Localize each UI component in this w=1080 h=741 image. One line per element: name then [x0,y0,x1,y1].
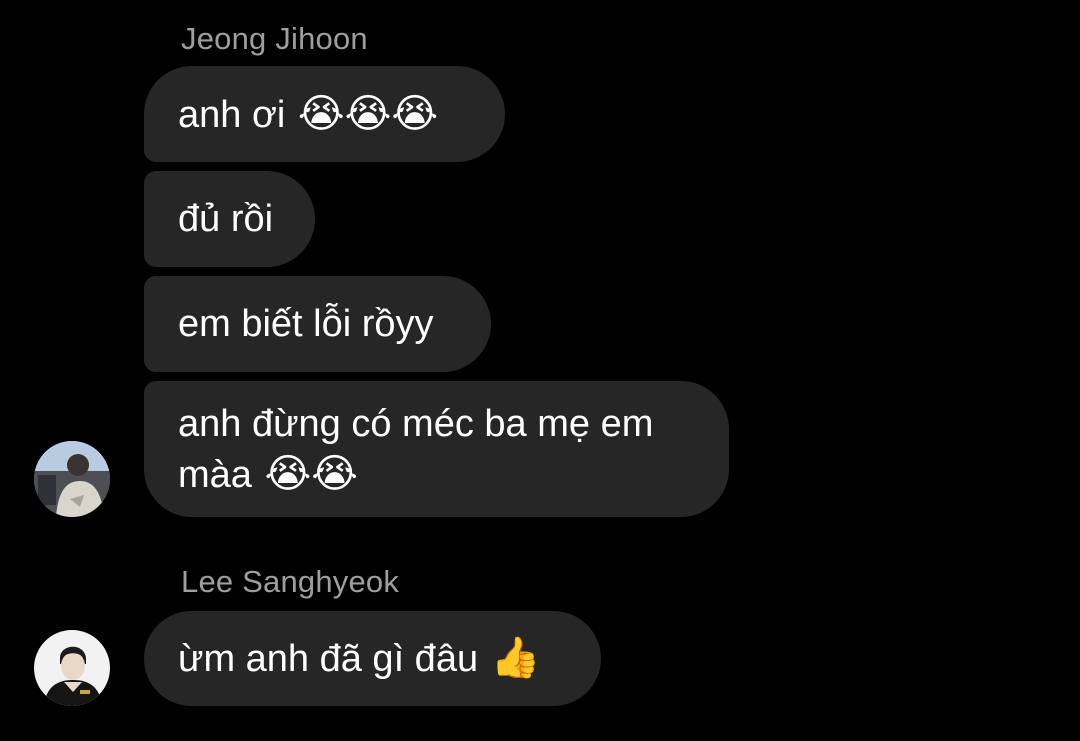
avatar[interactable] [34,630,110,706]
avatar[interactable] [34,441,110,517]
sender-name: Lee Sanghyeok [181,564,400,599]
user-photo-icon [34,630,110,706]
message-text: anh ơi [178,94,286,136]
message-bubble[interactable]: em biết lỗi rồyy [144,276,491,372]
message-text: đủ rồi [178,198,274,240]
message-text: anh đừng có méc ba mẹ em màa [178,403,654,496]
message-text: em biết lỗi rồyy [178,303,434,345]
crying-face-emoji: 😭😭 [264,451,358,497]
message-bubble[interactable]: đủ rồi [144,171,315,267]
message-bubble[interactable]: anh đừng có méc ba mẹ em màa 😭😭 [144,381,729,517]
user-photo-icon [34,441,110,517]
crying-face-emoji: 😭😭😭 [297,91,439,137]
message-bubble[interactable]: ừm anh đã gì đâu 👍 [144,611,601,706]
message-text: ừm anh đã gì đâu [178,638,479,680]
sender-name: Jeong Jihoon [181,21,368,56]
message-bubble[interactable]: anh ơi 😭😭😭 [144,66,505,162]
thumbs-up-emoji: 👍 [490,635,541,681]
